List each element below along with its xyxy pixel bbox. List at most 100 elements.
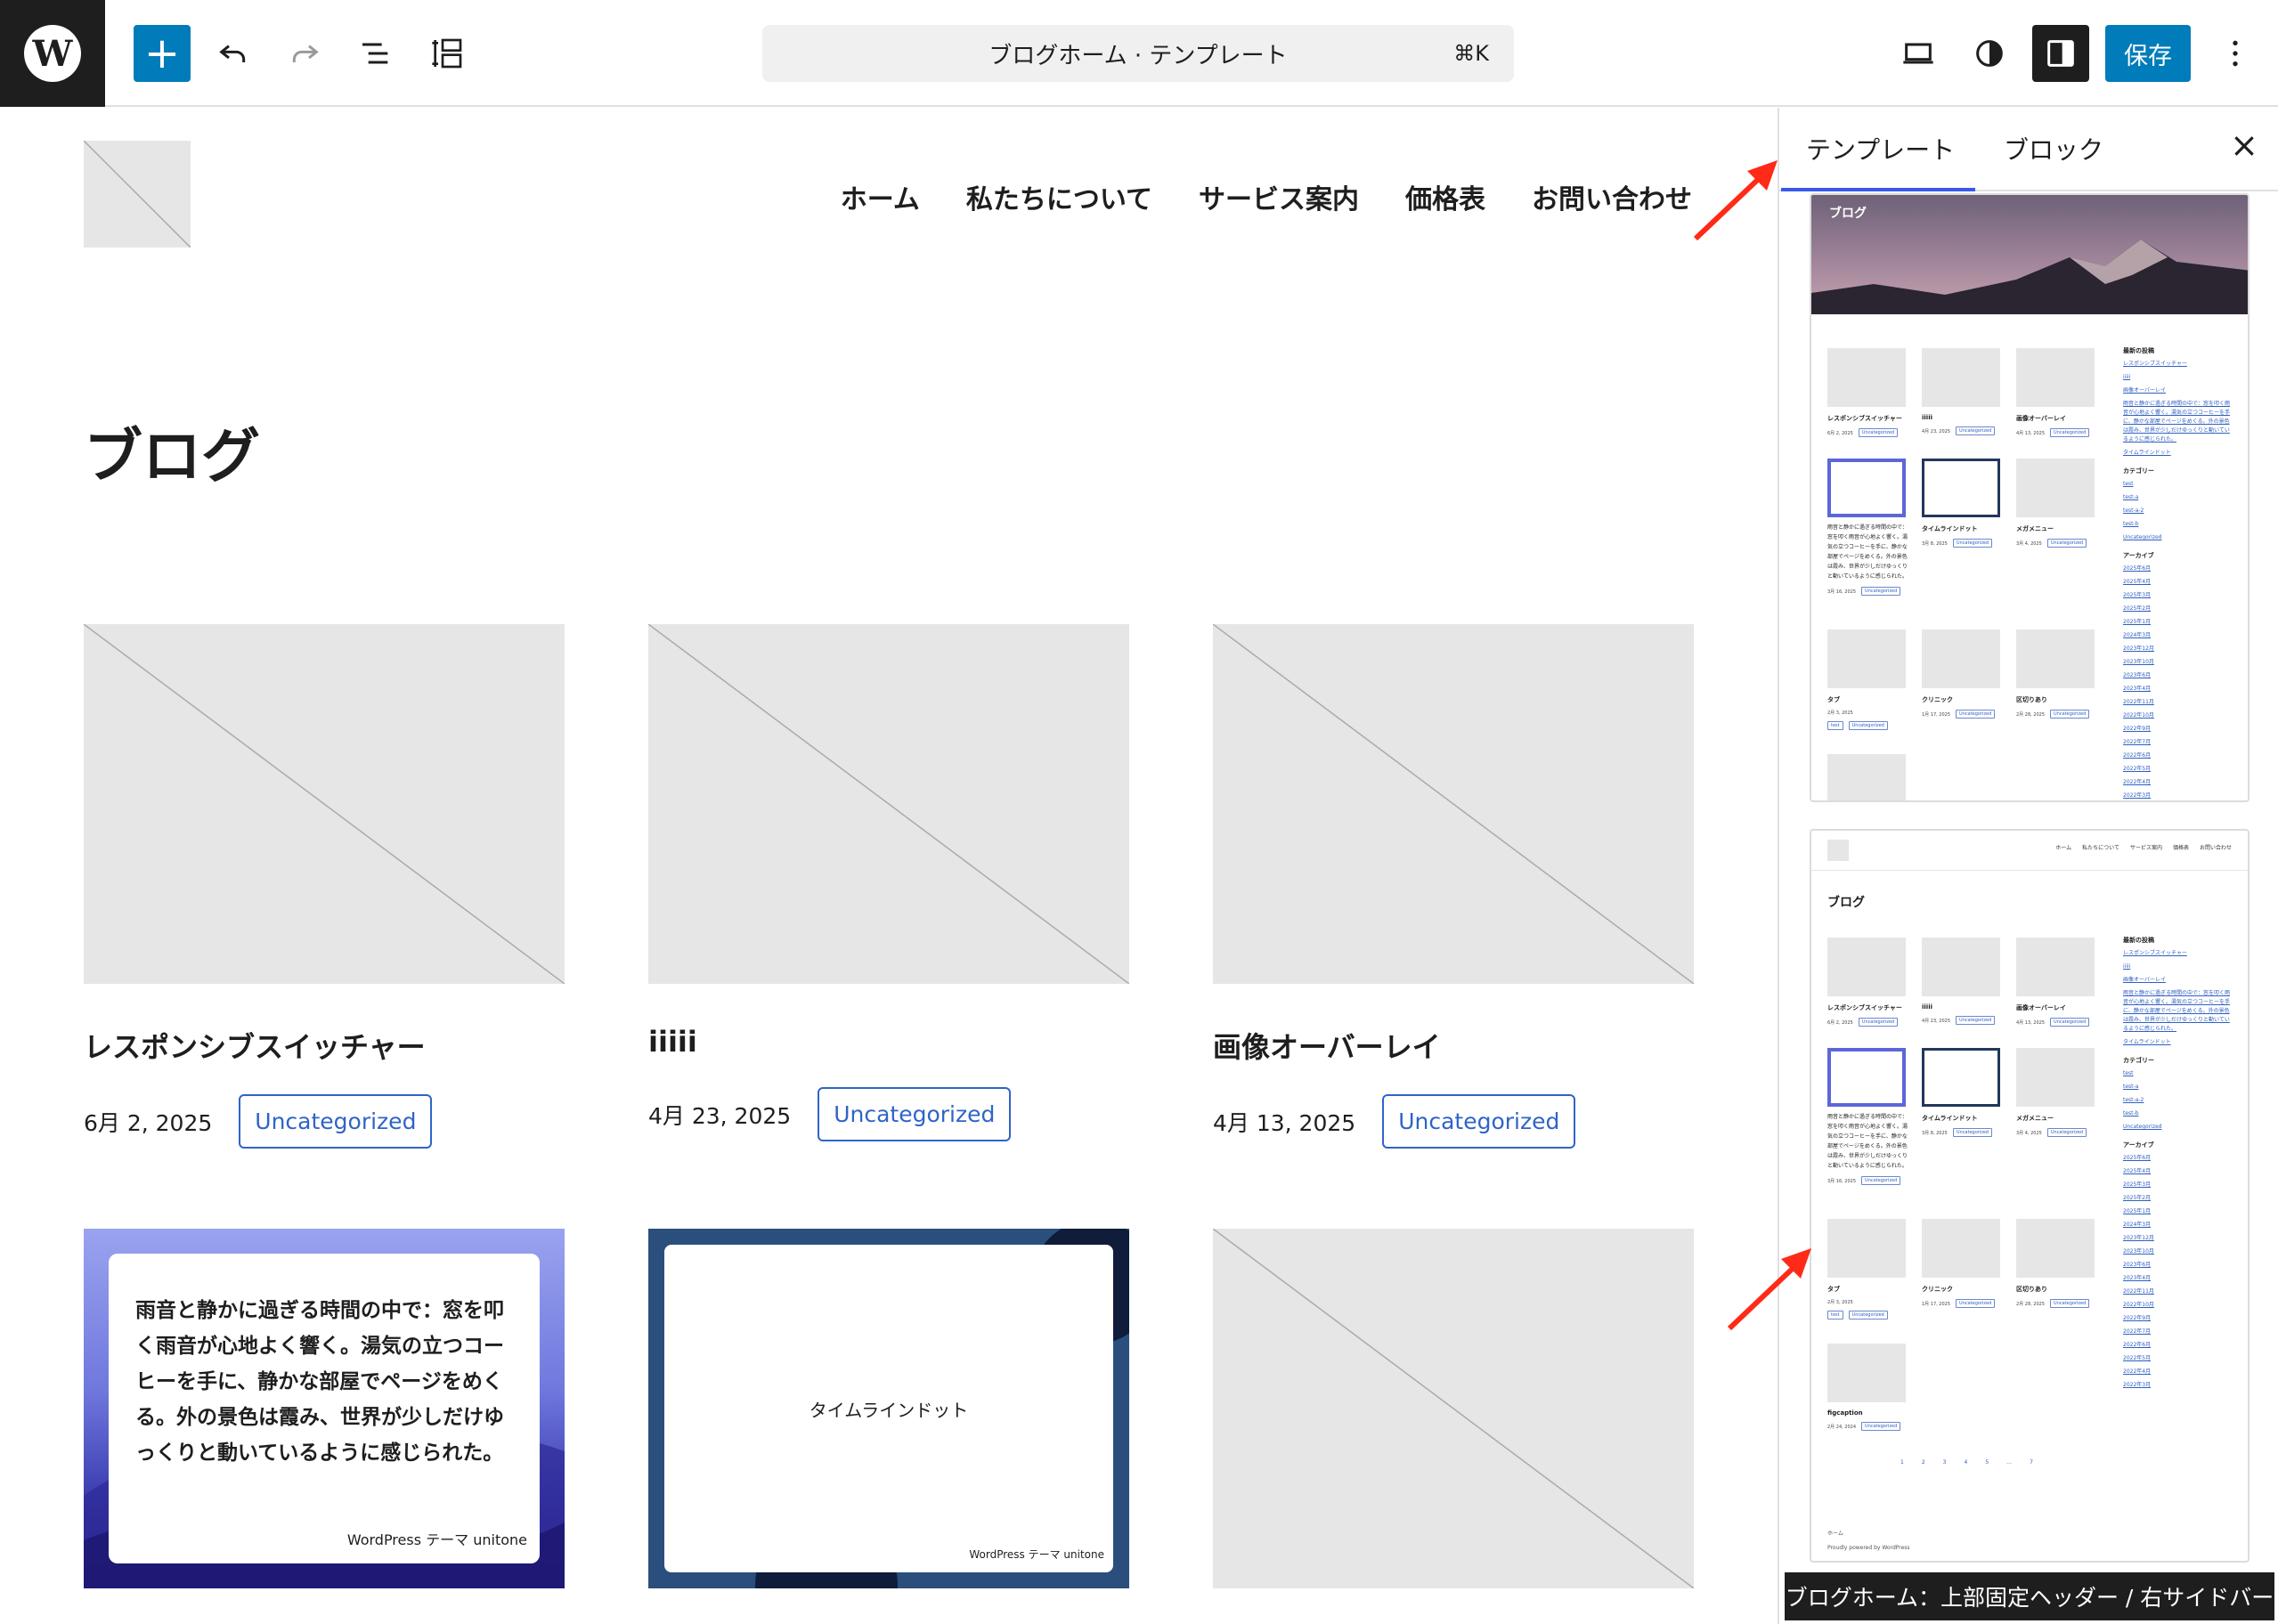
mini-side-link: 画像オーバーレイ bbox=[2123, 387, 2166, 394]
mini-post-title: タイムラインドット bbox=[1922, 1115, 1978, 1122]
mini-meta: 1月 17, 2025 Uncategorized bbox=[1922, 710, 2000, 719]
undo-icon bbox=[219, 45, 246, 62]
nav-item-pricing[interactable]: 価格表 bbox=[1405, 177, 1485, 216]
mini-side-link: 2025年6月 bbox=[2123, 1155, 2152, 1161]
mini-side-link: タイムラインドット bbox=[2123, 1039, 2171, 1045]
add-block-button[interactable]: + bbox=[134, 25, 191, 82]
nav-item-about[interactable]: 私たちについて bbox=[966, 177, 1152, 216]
settings-sidebar-toggle[interactable] bbox=[2032, 25, 2089, 82]
mini-side-link: 2023年4月 bbox=[2123, 1275, 2152, 1281]
mini-meta: 4月 13, 2025 Uncategorized bbox=[2016, 1018, 2095, 1027]
close-icon[interactable]: × bbox=[2230, 126, 2258, 165]
editor-canvas[interactable]: ホーム 私たちについて サービス案内 価格表 お問い合わせ ブログ レスポンシブ… bbox=[0, 108, 1778, 1624]
post-card[interactable]: レスポンシブスイッチャー 6月 2, 2025 Uncategorized bbox=[84, 624, 565, 1149]
mini-page-number: 1 bbox=[1900, 1459, 1904, 1466]
styles-button[interactable] bbox=[1961, 25, 2018, 82]
featured-image-placeholder[interactable] bbox=[1213, 1229, 1694, 1588]
template-preview-option[interactable]: ホーム 私たちについて サービス案内 価格表 お問い合わせ ブログ レスポンシブ… bbox=[1810, 829, 2250, 1563]
patterns-button[interactable] bbox=[419, 25, 476, 82]
category-badge[interactable]: Uncategorized bbox=[818, 1087, 1012, 1141]
mini-date: 6月 2, 2025 bbox=[1827, 1019, 1853, 1026]
placeholder-diagonal bbox=[648, 624, 1129, 984]
mini-side-link: 2022年9月 bbox=[2123, 1315, 2152, 1321]
post-card[interactable]: iiiii 4月 23, 2025 Uncategorized bbox=[648, 624, 1129, 1141]
template-patterns-sidebar: テンプレート ブロック × ブログ レスポンシブスイッチャー 6月 2, 202… bbox=[1778, 108, 2278, 1624]
mini-post-title: 雨音と静かに過ぎる時間の中で：窓を叩く雨音が心地よく響く。湯気の立つコーヒーを手… bbox=[1827, 1114, 1908, 1169]
mini-date: 3月 16, 2025 bbox=[1827, 589, 1857, 595]
sidebar-icon bbox=[2047, 40, 2074, 67]
mini-post-title: 区切りあり bbox=[2016, 1286, 2047, 1293]
category-badge[interactable]: Uncategorized bbox=[239, 1094, 433, 1149]
placeholder-diagonal bbox=[84, 624, 565, 984]
post-title[interactable]: 画像オーバーレイ bbox=[1213, 1025, 1694, 1066]
mini-meta: 3月 16, 2025 Uncategorized bbox=[1827, 587, 1906, 596]
mini-side-link: 2023年12月 bbox=[2123, 646, 2154, 652]
mini-side-heading: カテゴリー bbox=[2123, 1057, 2154, 1064]
options-menu-button[interactable] bbox=[2207, 25, 2264, 82]
tab-template[interactable]: テンプレート bbox=[1806, 131, 1955, 166]
mini-meta: 3月 8, 2025 Uncategorized bbox=[1922, 1128, 2000, 1137]
post-date: 4月 13, 2025 bbox=[1213, 1109, 1356, 1136]
undo-button[interactable] bbox=[205, 25, 262, 82]
mini-side-link: 2022年11月 bbox=[2123, 699, 2154, 705]
mini-meta: 2月 3, 2025 bbox=[1827, 710, 1906, 716]
mini-thumb bbox=[1922, 459, 2000, 517]
mini-date: 2月 3, 2025 bbox=[1827, 1300, 1853, 1305]
post-card[interactable]: 画像オーバーレイ 4月 13, 2025 Uncategorized bbox=[1213, 624, 1694, 1149]
mini-side-link: test-a-2 bbox=[2123, 1097, 2144, 1103]
save-button[interactable]: 保存 bbox=[2105, 25, 2191, 82]
mini-thumb bbox=[2016, 629, 2095, 688]
featured-image-placeholder[interactable] bbox=[1213, 624, 1694, 984]
mini-tag: Uncategorized bbox=[2046, 539, 2087, 548]
featured-image-placeholder[interactable] bbox=[648, 624, 1129, 984]
nav-item-services[interactable]: サービス案内 bbox=[1199, 177, 1359, 216]
mini-page-number: … bbox=[2006, 1459, 2013, 1466]
mini-post-title: タイムラインドット bbox=[1922, 525, 1978, 532]
mini-post-title: figcaption bbox=[1827, 1409, 1863, 1417]
post-card[interactable]: 雨音と静かに過ぎる時間の中で：窓を叩く雨音が心地よく響く。湯気の立つコーヒーを手… bbox=[84, 1229, 565, 1588]
post-title[interactable]: iiiii bbox=[648, 1025, 1129, 1059]
mini-post: クリニック 1月 17, 2025 Uncategorized bbox=[1922, 629, 2000, 719]
nav-item-home[interactable]: ホーム bbox=[841, 177, 920, 216]
mini-thumb bbox=[1827, 1344, 1906, 1402]
site-logo-placeholder[interactable] bbox=[84, 141, 191, 248]
mini-side-link: 2025年6月 bbox=[2123, 565, 2152, 572]
mini-date: 6月 2, 2025 bbox=[1827, 430, 1853, 436]
mini-nav-item: 価格表 bbox=[2172, 845, 2189, 851]
featured-image-placeholder[interactable] bbox=[84, 624, 565, 984]
template-preview-option[interactable]: ブログ レスポンシブスイッチャー 6月 2, 2025 Uncategorized… bbox=[1810, 193, 2250, 802]
featured-image-card: タイムラインドット WordPress テーマ unitone bbox=[664, 1245, 1113, 1572]
post-card[interactable] bbox=[1213, 1229, 1694, 1588]
mini-side-link: 2022年3月 bbox=[2123, 792, 2152, 799]
device-preview-button[interactable] bbox=[1890, 25, 1947, 82]
mini-post: iiiii 4月 23, 2025 Uncategorized bbox=[1922, 348, 2000, 435]
mini-date: 3月 4, 2025 bbox=[2016, 540, 2042, 547]
mini-side-link: 雨音と静かに過ぎる時間の中で：窓を叩く雨音が心地よく響く。湯気の立つコーヒーを手… bbox=[2123, 990, 2231, 1032]
mini-side-link: 2023年10月 bbox=[2123, 1248, 2154, 1255]
redo-button[interactable] bbox=[276, 25, 333, 82]
mini-tag: Uncategorized bbox=[1956, 1299, 1996, 1308]
block-layout-icon bbox=[432, 38, 462, 69]
mini-post-title: レスポンシブスイッチャー bbox=[1827, 415, 1902, 422]
post-card[interactable]: タイムラインドット WordPress テーマ unitone bbox=[648, 1229, 1129, 1588]
mini-side-link: 2023年12月 bbox=[2123, 1235, 2154, 1241]
hero-title: ブログ bbox=[1829, 207, 1867, 221]
mini-thumb bbox=[2016, 459, 2095, 517]
mini-tag: Uncategorized bbox=[1956, 1016, 1996, 1025]
command-shortcut: ⌘K bbox=[1453, 41, 1489, 66]
document-title-bar[interactable]: ブログホーム · テンプレート ⌘K bbox=[762, 25, 1514, 82]
mini-post: レスポンシブスイッチャー 6月 2, 2025 Uncategorized bbox=[1827, 938, 1906, 1027]
featured-image[interactable]: 雨音と静かに過ぎる時間の中で：窓を叩く雨音が心地よく響く。湯気の立つコーヒーを手… bbox=[84, 1229, 565, 1588]
document-overview-button[interactable] bbox=[347, 25, 404, 82]
post-title[interactable]: レスポンシブスイッチャー bbox=[84, 1025, 565, 1066]
mini-post-title: iiiii bbox=[1922, 414, 1932, 421]
featured-image[interactable]: タイムラインドット WordPress テーマ unitone bbox=[648, 1229, 1129, 1588]
nav-item-contact[interactable]: お問い合わせ bbox=[1532, 177, 1692, 216]
mini-side-link: iiiii bbox=[2123, 963, 2131, 970]
category-badge[interactable]: Uncategorized bbox=[1382, 1094, 1576, 1149]
mini-meta: 6月 2, 2025 Uncategorized bbox=[1827, 1018, 1906, 1027]
tab-block[interactable]: ブロック bbox=[2004, 131, 2103, 166]
mini-tag: test bbox=[1827, 1311, 1843, 1320]
wordpress-logo-button[interactable]: W bbox=[0, 0, 105, 107]
mini-tag: test bbox=[1827, 721, 1843, 730]
